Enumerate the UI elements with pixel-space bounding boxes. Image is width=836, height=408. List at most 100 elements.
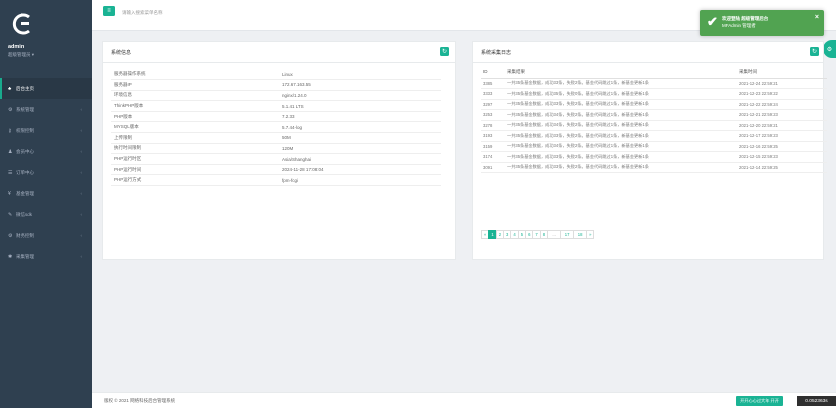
sidebar-item-label: 后台主页 xyxy=(16,85,34,91)
menu-toggle-button[interactable]: ≡ xyxy=(103,6,115,16)
user-name[interactable]: admin xyxy=(8,44,24,50)
table-row: 3091 一共35条基金数据，成功33条，失败2条。基金代码跳过1条，新基金更新1… xyxy=(481,162,827,173)
chevron-left-icon: ‹ xyxy=(80,149,83,154)
info-key: 执行时间限制 xyxy=(111,143,279,155)
search-input[interactable] xyxy=(122,6,272,18)
info-value: 5.7.44-log xyxy=(279,121,441,134)
chevron-left-icon: ‹ xyxy=(80,254,83,259)
sidebar-item-label: 会员中心 xyxy=(16,148,34,154)
system-info-table: 服务器操作系统 Linux 服务器IP 172.67.163.55 环境信息 nginx/… xyxy=(111,69,441,187)
sidebar-item-1[interactable]: ⚙ 系统管理 ‹ xyxy=(0,99,92,120)
table-row: 3333 一共35条基金数据，成功35条，失败0条。基金代码跳过1条，新基金更新1… xyxy=(481,88,827,100)
info-value: Asia/Shanghai xyxy=(279,153,441,165)
chevron-left-icon: ‹ xyxy=(80,128,83,133)
sidebar-item-7[interactable]: ⚙ 财务控制 ‹ xyxy=(0,225,92,246)
pagination-page[interactable]: 17 xyxy=(560,230,575,239)
column-header-result[interactable]: 采集结果 xyxy=(505,66,737,79)
log-id: 3297 xyxy=(481,99,505,110)
info-key: 环境信息 xyxy=(111,90,279,102)
info-value: 5.1.41 LTS xyxy=(279,100,441,112)
sidebar-item-6[interactable]: ✎ 微信sdk ‹ xyxy=(0,204,92,225)
sidebar-item-label: 基金管理 xyxy=(16,190,34,196)
check-icon: ✔ xyxy=(707,14,718,29)
info-value: nginx/1.24.0 xyxy=(279,90,441,102)
panel-title: 系统采集日志 xyxy=(481,50,512,56)
toast-title: 欢迎登陆 超级管理后台 xyxy=(722,16,769,21)
copyright-text: 版权 © 2021 网络科技后台管理系统 xyxy=(104,398,176,403)
chevron-left-icon: ‹ xyxy=(80,191,83,196)
gear-icon: ⚙ xyxy=(8,232,13,239)
pagination-page[interactable]: » xyxy=(586,230,595,239)
log-id: 3253 xyxy=(481,109,505,121)
column-header-time[interactable]: 采集时间 xyxy=(737,66,827,79)
user-role-dropdown[interactable]: 超级管理员 ▾ xyxy=(8,52,34,58)
table-row: 执行时间限制 120M xyxy=(111,143,441,155)
table-row: MYSQL版本 5.7.44-log xyxy=(111,121,441,134)
yen-icon: ¥ xyxy=(8,190,11,197)
column-header-id[interactable]: ID xyxy=(481,66,505,79)
chevron-left-icon: ‹ xyxy=(80,107,83,112)
log-time: 2021-12-17 22:59:23 xyxy=(737,130,827,142)
log-id: 3091 xyxy=(481,162,505,173)
info-key: PHP运行方式 xyxy=(111,174,279,187)
info-key: 服务器IP xyxy=(111,79,279,91)
log-id: 3193 xyxy=(481,130,505,142)
collection-log-panel: 系统采集日志 ↻ ID 采集结果 采集时间 3385 一共35条基金数据，成功33… xyxy=(472,41,827,260)
table-row: PHP版本 7.2.33 xyxy=(111,111,441,123)
welcome-toast: ✔ 欢迎登陆 超级管理后台 MFAdmin 管理者 × xyxy=(700,10,824,36)
sidebar-item-label: 财务控制 xyxy=(16,232,34,238)
side-settings-tab[interactable]: ⚙ xyxy=(823,40,836,58)
sidebar-item-0[interactable]: ♣ 后台主页 xyxy=(0,78,92,99)
system-info-panel: 系统信息 ↻ 服务器操作系统 Linux 服务器IP 172.67.163.55 环境信… xyxy=(102,41,456,260)
info-key: ThinkPHP版本 xyxy=(111,100,279,112)
info-value: fpm-fcgi xyxy=(279,174,441,187)
table-row: PHP运行时间 2024-11-28 17:08:04 xyxy=(111,164,441,176)
table-row: 3385 一共35条基金数据，成功33条，失败2条。基金代码跳过1条，新基金更新1… xyxy=(481,78,827,89)
sidebar-nav: ♣ 后台主页 ⚙ 系统管理 ‹ ⚷ 权限控制 ‹ ♟ 会员中心 ‹ ☰ 订单中心 ‹ ¥ 基金管理 ‹ ✎ 微信sd… xyxy=(0,78,92,267)
refresh-icon: ↻ xyxy=(811,49,818,55)
log-time: 2021-12-14 22:59:25 xyxy=(737,162,827,173)
logo-icon xyxy=(12,13,30,35)
toast-close-button[interactable]: × xyxy=(815,14,819,21)
table-row: 3193 一共35条基金数据，成功33条，失败2条。基金代码跳过1条，新基金更新1… xyxy=(481,130,827,142)
log-id: 3385 xyxy=(481,78,505,89)
load-timer: 0.052363s xyxy=(797,396,836,406)
table-row: 上传限制 50M xyxy=(111,132,441,144)
table-row: 服务器操作系统 Linux xyxy=(111,69,441,81)
chevron-left-icon: ‹ xyxy=(80,170,83,175)
log-time: 2021-12-21 22:59:23 xyxy=(737,109,827,121)
log-result: 一共35条基金数据，成功34条，失败2条。基金代码跳过1条，新基金更新1条 xyxy=(505,120,737,131)
pagination-page[interactable]: 18 xyxy=(573,230,588,239)
info-value: 7.2.33 xyxy=(279,111,441,123)
log-time: 2021-12-20 22:59:21 xyxy=(737,120,827,131)
refresh-icon: ↻ xyxy=(441,49,448,55)
toast-message: MFAdmin 管理者 xyxy=(722,23,756,28)
pagination: «1 2 3 4 5 6 7 8... 17 18» xyxy=(481,230,595,239)
sidebar-item-3[interactable]: ♟ 会员中心 ‹ xyxy=(0,141,92,162)
sidebar-item-4[interactable]: ☰ 订单中心 ‹ xyxy=(0,162,92,183)
divider xyxy=(103,62,455,63)
log-id: 3333 xyxy=(481,88,505,100)
sidebar-item-5[interactable]: ¥ 基金管理 ‹ xyxy=(0,183,92,204)
key-icon: ⚷ xyxy=(8,127,12,134)
log-time: 2021-12-15 22:59:23 xyxy=(737,151,827,163)
info-value: 172.67.163.55 xyxy=(279,79,441,91)
festival-badge[interactable]: 开开心心过大年 开开 xyxy=(736,396,783,406)
sidebar-item-2[interactable]: ⚷ 权限控制 ‹ xyxy=(0,120,92,141)
sidebar-item-label: 订单中心 xyxy=(16,169,34,175)
refresh-button[interactable]: ↻ xyxy=(810,47,819,56)
log-result: 一共35条基金数据，成功35条，失败0条。基金代码跳过1条，新基金更新1条 xyxy=(505,88,737,100)
table-row: ThinkPHP版本 5.1.41 LTS xyxy=(111,100,441,112)
sidebar-item-8[interactable]: ✱ 采集管理 ‹ xyxy=(0,246,92,267)
log-time: 2021-12-24 22:59:21 xyxy=(737,78,827,89)
log-time: 2021-12-16 22:59:25 xyxy=(737,141,827,152)
info-key: 上传限制 xyxy=(111,132,279,144)
info-value: Linux xyxy=(279,69,441,81)
refresh-button[interactable]: ↻ xyxy=(440,47,449,56)
wrench-icon: ✎ xyxy=(8,211,13,218)
sidebar: admin 超级管理员 ▾ ♣ 后台主页 ⚙ 系统管理 ‹ ⚷ 权限控制 ‹ ♟ 会员中心 ‹ ☰ 订单… xyxy=(0,0,92,408)
log-result: 一共35条基金数据，成功33条，失败2条。基金代码跳过1条，新基金更新1条 xyxy=(505,151,737,163)
table-row: 3174 一共35条基金数据，成功33条，失败2条。基金代码跳过1条，新基金更新1… xyxy=(481,151,827,163)
log-result: 一共35条基金数据，成功34条，失败2条。基金代码跳过1条，新基金更新1条 xyxy=(505,109,737,121)
table-row: 3278 一共35条基金数据，成功34条，失败2条。基金代码跳过1条，新基金更新1… xyxy=(481,120,827,131)
